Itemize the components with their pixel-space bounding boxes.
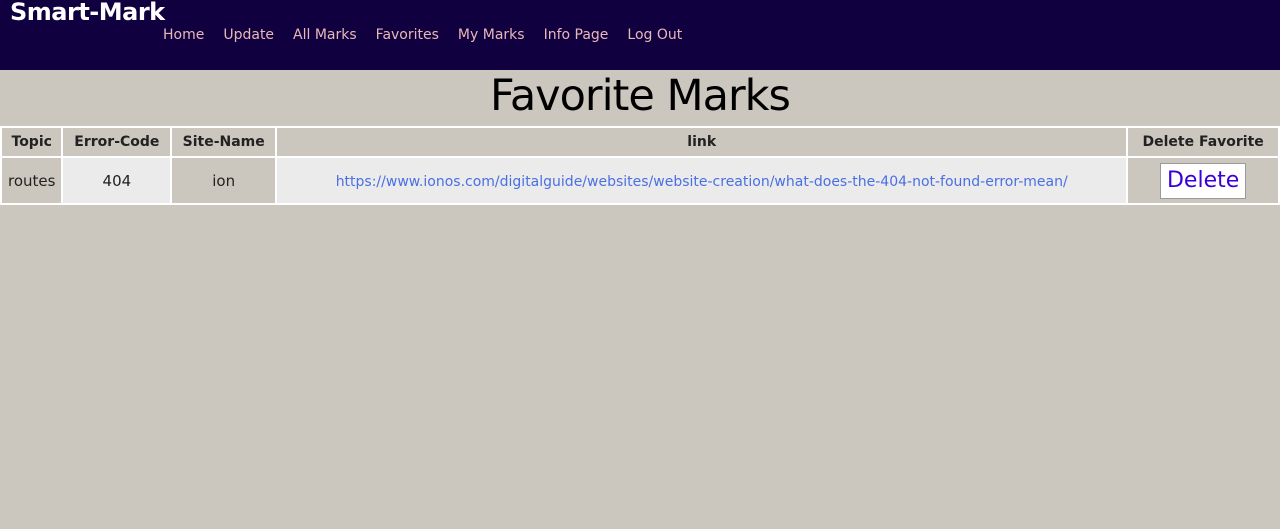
nav-favorites-link[interactable]: Favorites	[376, 27, 439, 43]
brand-logo[interactable]: Smart-Mark	[10, 0, 165, 26]
cell-topic: routes	[0, 156, 64, 205]
delete-favorite-button[interactable]: Delete	[1159, 162, 1247, 199]
header-link: link	[275, 126, 1129, 158]
cell-error-code: 404	[61, 156, 173, 205]
header-delete-favorite: Delete Favorite	[1126, 126, 1280, 158]
table-header-row: Topic Error-Code Site-Name link Delete F…	[0, 126, 1280, 158]
nav-all-marks-link[interactable]: All Marks	[293, 27, 357, 43]
table-row: routes 404 ion https://www.ionos.com/dig…	[0, 156, 1280, 205]
page-title: Favorite Marks	[490, 71, 791, 121]
cell-site-name: ion	[170, 156, 278, 205]
nav-log-out-link[interactable]: Log Out	[627, 27, 682, 43]
header-site-name: Site-Name	[170, 126, 278, 158]
nav-links: Home Update All Marks Favorites My Marks…	[163, 27, 701, 43]
header-topic: Topic	[0, 126, 64, 158]
nav-update-link[interactable]: Update	[223, 27, 274, 43]
cell-link: https://www.ionos.com/digitalguide/websi…	[275, 156, 1129, 205]
header-error-code: Error-Code	[61, 126, 173, 158]
navbar: Smart-Mark Home Update All Marks Favorit…	[0, 0, 1280, 70]
nav-home-link[interactable]: Home	[163, 27, 204, 43]
favorites-table: Topic Error-Code Site-Name link Delete F…	[0, 126, 1280, 205]
nav-info-page-link[interactable]: Info Page	[544, 27, 609, 43]
nav-my-marks-link[interactable]: My Marks	[458, 27, 525, 43]
cell-delete: Delete	[1126, 156, 1280, 205]
favorite-link[interactable]: https://www.ionos.com/digitalguide/websi…	[336, 174, 1068, 190]
